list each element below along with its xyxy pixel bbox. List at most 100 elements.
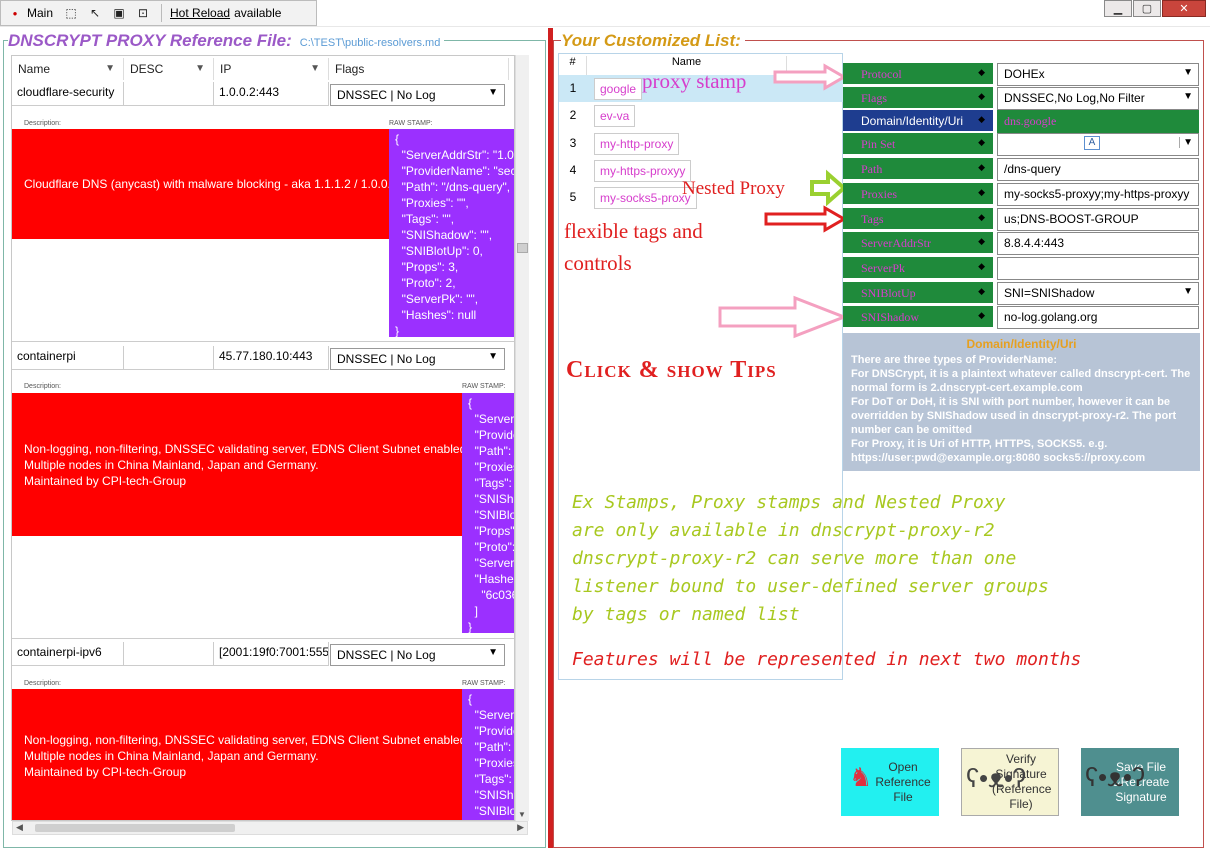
description-label: Description: [24,383,61,390]
annotation-arrows [718,63,846,339]
close-button[interactable]: ✕ [1162,0,1206,17]
vertical-scrollbar[interactable]: ▼ [515,55,529,821]
row-ip-cell[interactable]: [2001:19f0:7001:5554 [214,642,329,666]
prop-value-text: SNI=SNIShadow [1004,286,1095,300]
resolver-grid: Name ▼ DESC ▼ IP ▼ Flags cloudflare-securit… [11,55,515,821]
column-header-desc[interactable]: DESC ▼ [124,58,214,80]
raw-stamp-block: { "ServerA "Provide "Path": " "Proxies" … [462,689,514,820]
row-name-cell[interactable]: containerpi [12,346,124,370]
prop-label-snishadow[interactable]: SNIShadow ◆ [843,306,993,329]
scroll-left-icon[interactable]: ◀ [16,822,23,833]
maximize-button[interactable]: ▢ [1133,0,1161,17]
flags-dropdown[interactable]: DNSSEC | No Log ▼ [330,84,505,106]
diamond-icon: ◆ [978,212,985,222]
diamond-icon: ◆ [978,310,985,320]
note-line: Ex Stamps, Proxy stamps and Nested Proxy [572,492,1006,513]
column-header-name[interactable]: Name ▼ [12,58,124,80]
hot-reload-link[interactable]: Hot Reload [170,6,230,20]
column-desc-label: DESC [130,62,164,76]
row-desc-cell[interactable] [124,82,214,106]
filter-icon[interactable]: ▼ [310,58,320,80]
sniblotup-dropdown[interactable]: SNI=SNIShadow ▼ [997,282,1199,305]
tip-line: There are three types of ProviderName: [851,354,1058,366]
prop-value-text: DNSSEC,No Log,No Filter [1004,91,1145,105]
prop-label-path[interactable]: Path ◆ [843,158,993,181]
arrow-pink-large-icon [718,295,846,339]
prop-label-pinset[interactable]: Pin Set ◆ [843,133,993,156]
open-reference-button[interactable]: ♞ Open Reference File [841,748,939,816]
window-title: Main [27,6,54,20]
list-item-name[interactable]: my-http-proxy [594,133,680,155]
feature-notes: Ex Stamps, Proxy stamps and Nested Proxy… [572,489,1092,629]
row-desc-cell[interactable] [124,346,214,370]
column-header-ip[interactable]: IP ▼ [214,58,329,80]
pointer-icon[interactable]: ↖ [85,4,105,22]
list-item-name[interactable]: google [594,78,643,100]
toolbar-divider [161,4,163,22]
column-header-flags[interactable]: Flags [329,58,509,80]
flags-multiselect[interactable]: DNSSEC,No Log,No Filter ▼ [997,87,1199,110]
proxies-field[interactable]: my-socks5-proxyy;my-https-proxyy [997,183,1199,206]
serverpk-field[interactable] [997,257,1199,280]
prop-label-flags[interactable]: Flags ◆ [843,87,993,110]
verify-signature-button[interactable]: ʕ•ᴥ•ʔ Verify Signature (Reference File) [961,748,1059,816]
serveraddr-field[interactable]: 8.8.4.4:443 [997,232,1199,255]
flags-dropdown[interactable]: DNSSEC | No Log ▼ [330,348,505,370]
reference-title: DNSCRYPT PROXY Reference File: [8,31,292,50]
row-name-cell[interactable]: cloudflare-security [12,82,124,106]
save-recreate-button[interactable]: ʕ•ᴥ•ʔ Save File &Recreate Signature [1081,748,1179,816]
prop-label-serveraddr[interactable]: ServerAddrStr ◆ [843,232,993,255]
snishadow-field[interactable]: no-log.golang.org [997,306,1199,329]
bear-face-icon: ʕ•ᴥ•ʔ [1085,762,1145,792]
list-header-num: # [559,56,587,76]
select-element-icon[interactable]: ⬚ [61,4,81,22]
custom-legend: Your Customized List: [561,31,745,51]
track-focus-icon[interactable]: ⊡ [133,4,153,22]
column-flags-label: Flags [335,62,365,76]
scroll-right-icon[interactable]: ▶ [517,822,524,833]
description-block: Non-logging, non-filtering, DNSSEC valid… [12,689,463,820]
prop-label-text: Domain/Identity/Uri [861,114,964,128]
row-ip-cell[interactable]: 45.77.180.10:443 [214,346,329,370]
prop-label-sniblotup[interactable]: SNIBlotUp ◆ [843,282,993,305]
prop-label-protocol[interactable]: Protocol ◆ [843,63,993,86]
arrow-red-icon [764,205,846,233]
prop-label-serverpk[interactable]: ServerPk ◆ [843,257,993,280]
row-separator [12,638,514,639]
raw-stamp-block: { "ServerAddrStr": "1.0.0 "ProviderName"… [389,129,514,337]
path-field[interactable]: /dns-query [997,158,1199,181]
scroll-thumb[interactable] [517,243,528,253]
row-desc-cell[interactable] [124,642,214,666]
property-tip-panel: Domain/Identity/Uri There are three type… [843,333,1200,471]
prop-label-domain[interactable]: Domain/Identity/Uri ◆ [843,110,993,133]
flags-dropdown[interactable]: DNSSEC | No Log ▼ [330,644,505,666]
note-line: are only available in dnscrypt-proxy-r2 [572,520,995,541]
prop-label-tags[interactable]: Tags ◆ [843,208,993,231]
tip-title: Domain/Identity/Uri [966,337,1077,351]
prop-label-text: Path [861,162,883,176]
domain-field[interactable]: dns.google [997,110,1199,133]
layout-adorner-icon[interactable]: ▣ [109,4,129,22]
minimize-button[interactable]: ▁ [1104,0,1132,17]
prop-label-proxies[interactable]: Proxies ◆ [843,183,993,206]
list-item-name[interactable]: my-https-proxyy [594,160,692,182]
filter-icon[interactable]: ▼ [195,58,205,80]
diamond-icon: ◆ [978,67,985,77]
list-item-num: 1 [569,81,577,95]
filter-icon[interactable]: ▼ [105,58,115,80]
tags-field[interactable]: us;DNS-BOOST-GROUP [997,208,1199,231]
protocol-dropdown[interactable]: DOHEx ▼ [997,63,1199,86]
diamond-icon: ◆ [978,286,985,296]
note-line: dnscrypt-proxy-r2 can serve more than on… [572,548,1017,569]
pinset-dropdown[interactable]: A ▼ [997,133,1199,156]
note-line: by tags or named list [572,604,800,625]
scroll-down-icon[interactable]: ▼ [518,810,526,819]
raw-stamp-block: { "ServerA "Provide "Path": " "Proxies" … [462,393,514,633]
description-block: Cloudflare DNS (anycast) with malware bl… [12,129,390,239]
description-block: Non-logging, non-filtering, DNSSEC valid… [12,393,463,536]
list-item-name[interactable]: ev-va [594,105,636,127]
horizontal-scrollbar[interactable]: ◀ ▶ [12,821,528,835]
scroll-thumb[interactable] [35,824,235,832]
row-name-cell[interactable]: containerpi-ipv6 [12,642,124,666]
row-ip-cell[interactable]: 1.0.0.2:443 [214,82,329,106]
